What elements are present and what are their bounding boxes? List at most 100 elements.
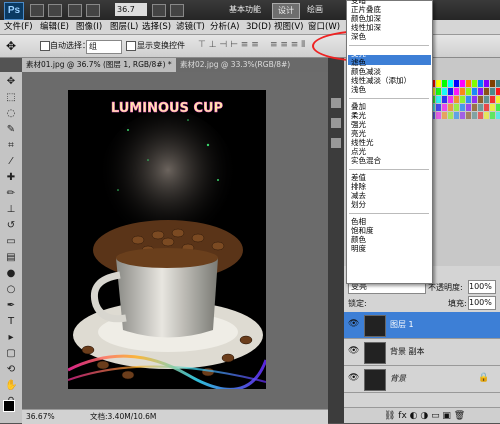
brush-tool-icon[interactable]: ✏ — [5, 188, 17, 200]
color-swatch[interactable] — [490, 96, 495, 103]
menu-layer[interactable]: 图层(L) — [110, 20, 138, 34]
blend-mode-option[interactable]: 饱和度 — [351, 226, 374, 235]
layer-row[interactable]: 👁 图层 1 — [344, 312, 500, 339]
move-tool-icon[interactable]: ✥ — [6, 39, 16, 53]
move-tool-icon[interactable]: ✥ — [5, 76, 17, 88]
tab-document-2[interactable]: 素材02.jpg @ 33.3%(RGB/8#) — [176, 58, 334, 72]
workspace-design[interactable]: 设计 — [272, 3, 300, 19]
color-swatch[interactable] — [448, 112, 453, 119]
color-swatch[interactable] — [484, 96, 489, 103]
menu-edit[interactable]: 编辑(E) — [40, 20, 69, 34]
blend-mode-option[interactable]: 亮光 — [351, 129, 366, 138]
blend-mode-option[interactable]: 线性减淡（添加） — [351, 76, 411, 85]
color-swatch[interactable] — [442, 96, 447, 103]
align-icons[interactable]: ⊤ ⊥ ⊣ ⊢ ≡ ≡ — [198, 40, 259, 50]
blend-mode-option[interactable]: 正片叠底 — [351, 5, 381, 14]
blend-mode-option[interactable]: 滤色 — [351, 58, 366, 67]
color-swatch[interactable] — [454, 96, 459, 103]
color-swatch[interactable] — [454, 88, 459, 95]
foreground-color-swatch[interactable] — [3, 400, 15, 412]
type-tool-icon[interactable]: T — [5, 316, 17, 328]
distribute-icons[interactable]: ≡ ≡ ≡ ⫴ — [270, 40, 305, 50]
crop-tool-icon[interactable]: ⌗ — [5, 140, 17, 152]
color-swatch[interactable] — [436, 88, 441, 95]
blend-mode-option[interactable]: 深色 — [351, 32, 366, 41]
color-swatch[interactable] — [436, 96, 441, 103]
history-brush-icon[interactable]: ↺ — [5, 220, 17, 232]
menu-view[interactable]: 视图(V) — [274, 20, 303, 34]
visibility-eye-icon[interactable]: 👁 — [348, 374, 359, 383]
color-swatch[interactable] — [454, 104, 459, 111]
status-zoom[interactable]: 36.67% — [26, 410, 55, 424]
bridge-icon[interactable] — [30, 4, 44, 17]
color-swatch[interactable] — [472, 88, 477, 95]
color-swatch[interactable] — [478, 104, 483, 111]
color-swatch[interactable] — [490, 104, 495, 111]
fill-input[interactable]: 100% — [468, 296, 496, 310]
color-swatch[interactable] — [478, 112, 483, 119]
color-swatch[interactable] — [466, 112, 471, 119]
gradient-tool-icon[interactable]: ▤ — [5, 252, 17, 264]
blend-mode-option[interactable]: 排除 — [351, 182, 366, 191]
menu-filter[interactable]: 滤镜(T) — [176, 20, 205, 34]
color-swatch[interactable] — [496, 88, 500, 95]
color-swatch[interactable] — [466, 96, 471, 103]
lasso-tool-icon[interactable]: ◌ — [5, 108, 17, 120]
color-swatch[interactable] — [466, 88, 471, 95]
zoom-select[interactable]: 36.7 — [115, 3, 147, 16]
color-swatch[interactable] — [496, 80, 500, 87]
stamp-tool-icon[interactable]: ⊥ — [5, 204, 17, 216]
healing-brush-icon[interactable]: ✚ — [5, 172, 17, 184]
color-swatch[interactable] — [460, 80, 465, 87]
color-swatch[interactable] — [472, 80, 477, 87]
color-swatch[interactable] — [448, 88, 453, 95]
color-swatch[interactable] — [490, 80, 495, 87]
3d-rotate-icon[interactable]: ⟲ — [5, 364, 17, 376]
blend-mode-option[interactable]: 强光 — [351, 120, 366, 129]
color-swatch[interactable] — [460, 104, 465, 111]
color-swatch[interactable] — [442, 80, 447, 87]
menu-select[interactable]: 选择(S) — [142, 20, 171, 34]
color-swatch[interactable] — [472, 96, 477, 103]
tab-document-1[interactable]: 素材01.jpg @ 36.7% (图层 1, RGB/8#) * — [22, 58, 180, 72]
color-swatch[interactable] — [478, 96, 483, 103]
color-swatch[interactable] — [490, 112, 495, 119]
show-transform-checkbox[interactable] — [126, 41, 136, 51]
navigator-icon[interactable] — [331, 98, 341, 108]
histogram-icon[interactable] — [331, 118, 341, 128]
blend-mode-option[interactable]: 差值 — [351, 173, 366, 182]
blend-mode-option[interactable]: 减去 — [351, 191, 366, 200]
color-swatch[interactable] — [436, 112, 441, 119]
blend-mode-option[interactable]: 实色混合 — [351, 156, 381, 165]
swatches-panel[interactable] — [430, 80, 500, 120]
color-swatch[interactable] — [472, 112, 477, 119]
document-canvas[interactable]: LUMINOUS CUP — [68, 90, 266, 389]
pen-tool-icon[interactable]: ✒ — [5, 300, 17, 312]
shape-tool-icon[interactable]: ▢ — [5, 348, 17, 360]
color-swatch[interactable] — [478, 88, 483, 95]
blend-mode-option[interactable]: 明度 — [351, 244, 366, 253]
menu-file[interactable]: 文件(F) — [4, 20, 33, 34]
blur-tool-icon[interactable]: ● — [5, 268, 17, 280]
eyedropper-icon[interactable]: ⁄ — [5, 156, 17, 168]
blend-mode-option[interactable]: 线性光 — [351, 138, 374, 147]
color-swatch[interactable] — [436, 80, 441, 87]
color-swatch[interactable] — [442, 112, 447, 119]
color-swatch[interactable] — [496, 96, 500, 103]
blend-mode-option[interactable]: 浅色 — [351, 85, 366, 94]
color-swatch[interactable] — [460, 88, 465, 95]
blend-mode-option[interactable]: 颜色加深 — [351, 14, 381, 23]
color-swatch[interactable] — [484, 112, 489, 119]
eraser-tool-icon[interactable]: ▭ — [5, 236, 17, 248]
color-swatch[interactable] — [496, 104, 500, 111]
color-swatch[interactable] — [436, 104, 441, 111]
color-swatch[interactable] — [484, 80, 489, 87]
path-select-icon[interactable]: ▸ — [5, 332, 17, 344]
auto-select-checkbox[interactable] — [40, 41, 50, 51]
menu-analysis[interactable]: 分析(A) — [210, 20, 239, 34]
color-swatch[interactable] — [490, 88, 495, 95]
layers-panel-footer-icons[interactable]: ⛓ fx ◐ ◑ ▭ ▣ 🗑 — [344, 407, 500, 423]
blend-mode-option[interactable]: 柔光 — [351, 111, 366, 120]
layer-row[interactable]: 👁 背景 副本 — [344, 339, 500, 366]
hand-tool-icon[interactable]: ✋ — [5, 380, 17, 392]
